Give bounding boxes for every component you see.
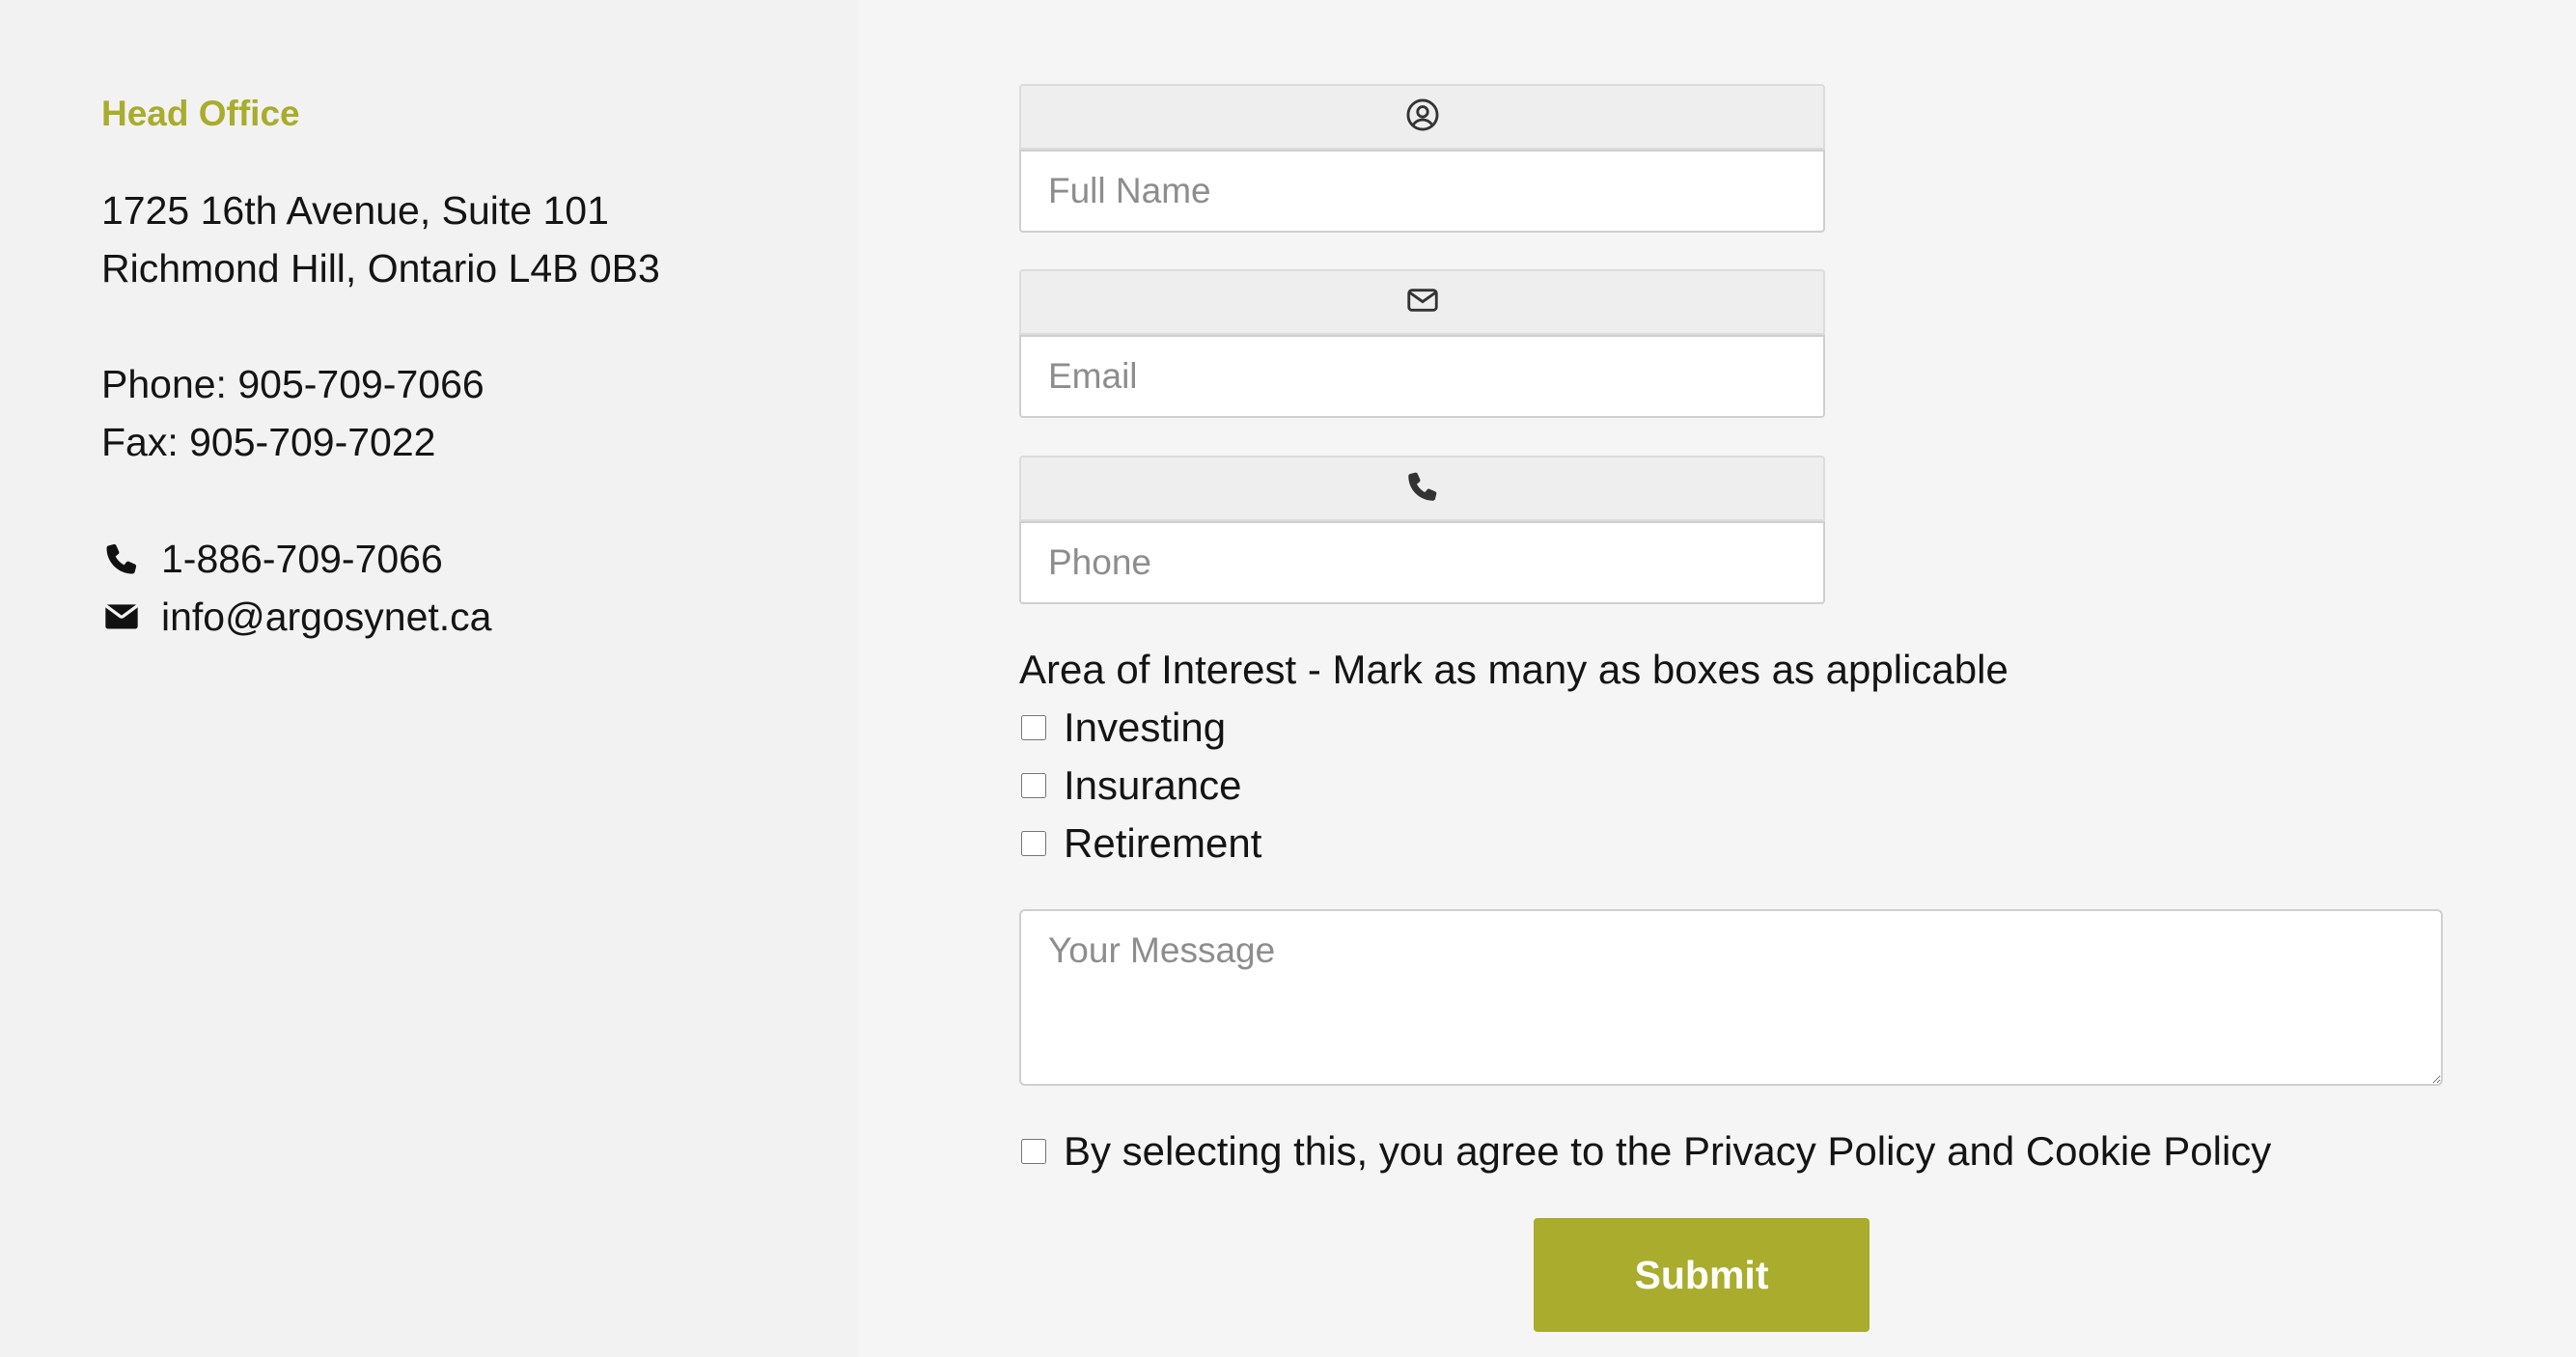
consent-option[interactable]: By selecting this, you agree to the Priv… (1019, 1122, 2271, 1180)
phone-number: Phone: 905-709-7066 (101, 362, 485, 406)
consent-label: By selecting this, you agree to the Priv… (1064, 1128, 2272, 1174)
retirement-checkbox[interactable] (1021, 831, 1046, 856)
interest-retirement-option[interactable]: Retirement (1019, 815, 1261, 872)
name-icon-bar (1019, 84, 1825, 150)
retirement-label: Retirement (1064, 820, 1262, 866)
contact-panel: Head Office 1725 16th Avenue, Suite 101 … (0, 0, 859, 1357)
consent-checkbox[interactable] (1021, 1139, 1046, 1164)
investing-label: Investing (1064, 705, 1227, 750)
investing-checkbox[interactable] (1021, 715, 1046, 740)
email-input[interactable] (1019, 335, 1825, 418)
email-row[interactable]: info@argosynet.ca (101, 588, 491, 646)
interest-insurance-option[interactable]: Insurance (1019, 757, 1241, 815)
address-line-2: Richmond Hill, Ontario L4B 0B3 (101, 246, 660, 291)
user-circle-icon (1404, 97, 1441, 138)
envelope-icon (101, 596, 142, 637)
full-name-input[interactable] (1019, 150, 1825, 233)
tollfree-number: 1-886-709-7066 (161, 536, 443, 581)
insurance-checkbox[interactable] (1021, 773, 1046, 798)
insurance-label: Insurance (1064, 762, 1242, 808)
message-textarea[interactable] (1019, 909, 2443, 1086)
submit-button[interactable]: Submit (1534, 1218, 1870, 1332)
tollfree-row[interactable]: 1-886-709-7066 (101, 530, 443, 588)
envelope-icon (1404, 282, 1441, 323)
interest-investing-option[interactable]: Investing (1019, 699, 1226, 757)
head-office-title: Head Office (101, 94, 300, 133)
phone-input[interactable] (1019, 521, 1825, 604)
phone-icon (1404, 468, 1441, 510)
interest-label: Area of Interest - Mark as many as boxes… (1019, 647, 2008, 692)
phone-icon-bar (1019, 456, 1825, 521)
address-line-1: 1725 16th Avenue, Suite 101 (101, 188, 609, 233)
phone-icon (101, 539, 142, 579)
fax-number: Fax: 905-709-7022 (101, 420, 436, 464)
email-address: info@argosynet.ca (161, 594, 492, 639)
email-icon-bar (1019, 269, 1825, 335)
